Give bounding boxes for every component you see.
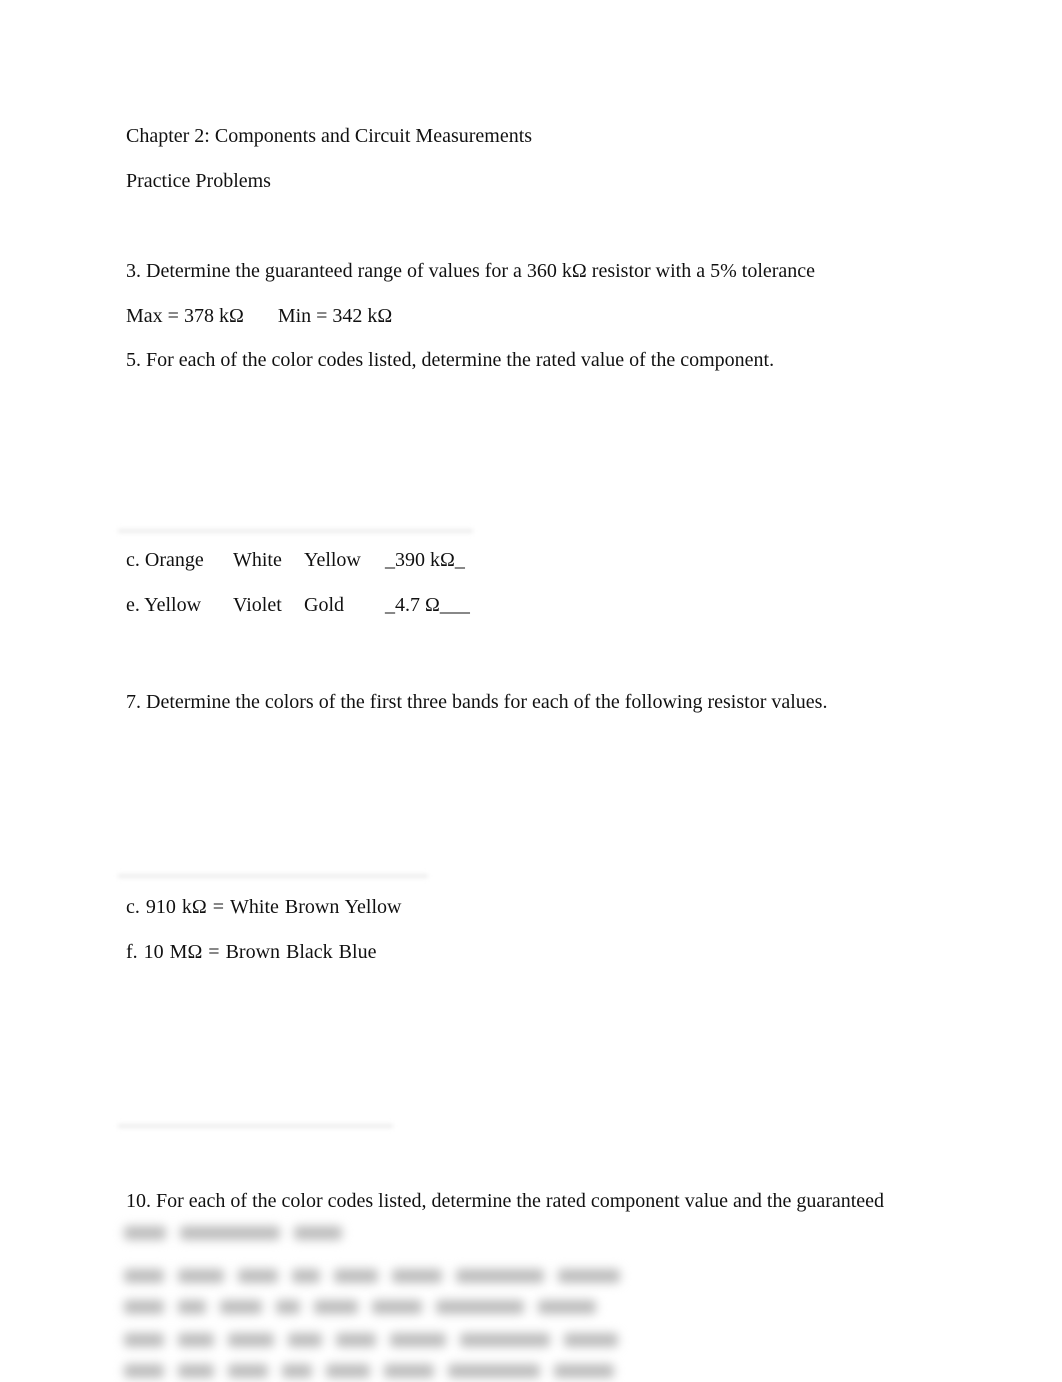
problem-10-question: 10. For each of the color codes listed, … [126, 1190, 885, 1212]
problem-5-question: 5. For each of the color codes listed, d… [126, 349, 775, 371]
page-subtitle: Practice Problems [126, 170, 271, 192]
rated-value: _390 kΩ_ [385, 549, 465, 571]
chapter-title: Chapter 2: Components and Circuit Measur… [126, 125, 533, 147]
obscured-text [124, 1329, 618, 1351]
rated-value: _4.7 Ω___ [385, 594, 470, 616]
obscured-text [124, 1222, 342, 1244]
answer-min: Min = 342 kΩ [277, 305, 393, 327]
problem-7-question: 7. Determine the colors of the first thr… [126, 691, 828, 713]
band-2: Violet [233, 594, 282, 616]
problem-7-row: f. 10 MΩ = Brown Black Blue [126, 941, 377, 963]
band-3: Yellow [304, 549, 361, 571]
band-3: Gold [304, 594, 344, 616]
obscured-text [124, 1296, 596, 1318]
obscured-text [124, 1360, 614, 1382]
obscured-region [118, 1123, 393, 1129]
obscured-text [124, 1265, 620, 1287]
answer-max: Max = 378 kΩ [126, 305, 244, 327]
problem-3-question: 3. Determine the guaranteed range of val… [126, 260, 816, 282]
band-2: White [233, 549, 282, 571]
problem-3-answer: Max = 378 kΩ Min = 342 kΩ [126, 304, 392, 328]
obscured-region [118, 528, 473, 534]
problem-7-row: c. 910 kΩ = White Brown Yellow [126, 896, 402, 918]
row-label: c. Orange [126, 549, 204, 571]
row-label: e. Yellow [126, 594, 202, 616]
obscured-region [118, 873, 428, 879]
